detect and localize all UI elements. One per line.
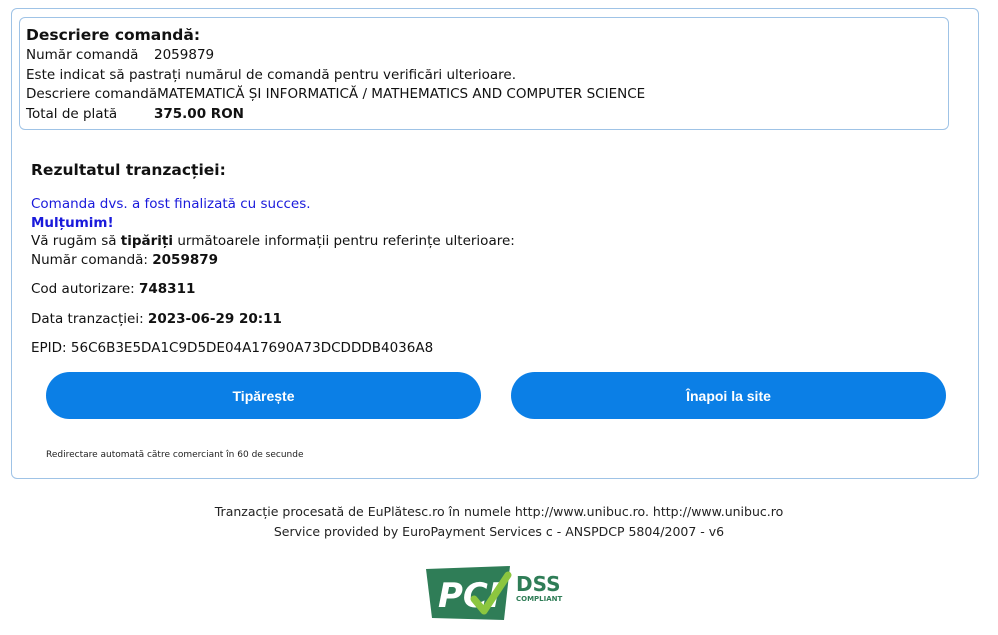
redirect-notice: Redirectare automată către comerciant în… xyxy=(46,450,304,460)
order-desc-label: Descriere comandă xyxy=(26,86,158,102)
auth-code-value: 748311 xyxy=(139,281,196,297)
footer: Tranzacție procesată de EuPlătesc.ro în … xyxy=(0,502,998,542)
auth-code-label: Cod autorizare: xyxy=(31,281,139,297)
epid-label: EPID: xyxy=(31,340,71,356)
order-description-title: Descriere comandă: xyxy=(26,26,201,44)
result-order-value: 2059879 xyxy=(152,251,219,268)
transaction-date-value: 2023-06-29 20:11 xyxy=(147,310,282,327)
compliant-text: COMPLIANT xyxy=(516,595,563,603)
order-total-row: Total de plată 375.00 RON xyxy=(26,105,948,125)
thanks-message: Mulțumim! xyxy=(31,214,114,231)
order-total-value: 375.00 RON xyxy=(154,105,244,122)
order-number-value: 2059879 xyxy=(154,47,215,63)
result-order-row: Număr comandă: 2059879 xyxy=(31,251,515,270)
back-to-site-button[interactable]: Înapoi la site xyxy=(511,372,946,419)
order-number-row: Număr comandă 2059879 xyxy=(26,46,948,66)
transaction-date-row: Data tranzacției: 2023-06-29 20:11 xyxy=(31,310,515,329)
result-order-label: Număr comandă: xyxy=(31,251,153,268)
order-description-box: Descriere comandă: Număr comandă 2059879 … xyxy=(19,17,949,130)
result-title: Rezultatul tranzacției: xyxy=(31,161,226,179)
result-section: Comanda dvs. a fost finalizată cu succes… xyxy=(31,195,515,358)
print-button[interactable]: Tipărește xyxy=(46,372,481,419)
order-desc-value: MATEMATICĂ ȘI INFORMATICĂ / MATHEMATICS … xyxy=(157,86,646,102)
order-note: Este indicat să pastrați numărul de coma… xyxy=(26,66,517,83)
print-instruction-suffix: următoarele informații pentru referințe … xyxy=(173,233,515,249)
footer-processed-by: Tranzacție procesată de EuPlătesc.ro în … xyxy=(214,504,784,519)
transaction-date-label: Data tranzacției: xyxy=(31,310,148,327)
order-desc-row: Descriere comandăMATEMATICĂ ȘI INFORMATI… xyxy=(26,85,948,105)
dss-text: DSS xyxy=(516,572,561,596)
print-instruction-bold: tipăriți xyxy=(120,233,174,249)
epid-value: 56C6B3E5DA1C9D5DE04A17690A73DCDDDB4036A8 xyxy=(70,340,434,356)
footer-service-provider: Service provided by EuroPayment Services… xyxy=(273,524,725,539)
print-instruction-prefix: Vă rugăm să xyxy=(31,233,121,249)
print-instruction: Vă rugăm să tipăriți următoarele informa… xyxy=(31,232,515,251)
order-number-label: Număr comandă xyxy=(26,47,139,63)
auth-code-row: Cod autorizare: 748311 xyxy=(31,280,515,299)
order-total-label: Total de plată xyxy=(26,105,118,122)
epid-row: EPID: 56C6B3E5DA1C9D5DE04A17690A73DCDDDB… xyxy=(31,339,515,358)
pci-dss-logo-icon: PCI DSS COMPLIANT xyxy=(426,566,563,620)
success-message: Comanda dvs. a fost finalizată cu succes… xyxy=(31,196,311,212)
